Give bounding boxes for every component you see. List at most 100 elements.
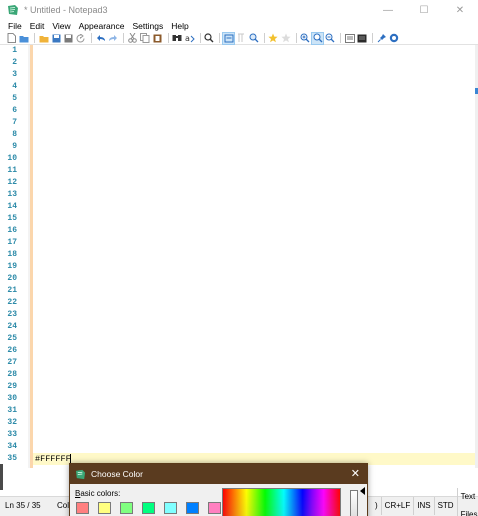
line-number: 33 [7, 430, 17, 439]
change-history-margin [30, 45, 33, 468]
new-file-icon[interactable] [6, 33, 17, 44]
color-swatch[interactable] [142, 502, 155, 514]
word-wrap-icon[interactable] [222, 31, 235, 45]
line-number: 1 [12, 46, 17, 55]
toolbar-separator [372, 33, 373, 43]
toolbar-separator [123, 33, 124, 43]
color-spectrum[interactable] [222, 488, 341, 516]
line-number: 12 [7, 178, 17, 187]
status-position[interactable]: Ln 35 / 35 [5, 497, 41, 515]
color-swatch[interactable] [76, 502, 89, 514]
line-number: 11 [7, 166, 17, 175]
line-number: 25 [7, 334, 17, 343]
dialog-title: Choose Color [91, 469, 143, 479]
line-number: 28 [7, 370, 17, 379]
line-number: 17 [7, 238, 17, 247]
line-number: 4 [12, 82, 17, 91]
save-as-icon[interactable] [63, 33, 74, 44]
line-number: 3 [12, 70, 17, 79]
svg-text:a: a [185, 34, 190, 43]
undo-icon[interactable] [95, 33, 106, 44]
menu-settings[interactable]: Settings [128, 20, 167, 32]
color-swatch[interactable] [98, 502, 111, 514]
copy-icon[interactable] [140, 33, 151, 44]
browse-icon[interactable] [38, 33, 49, 44]
scheme-icon[interactable] [344, 33, 355, 44]
color-swatch[interactable] [208, 502, 221, 514]
close-icon[interactable] [389, 33, 400, 44]
line-number: 18 [7, 250, 17, 259]
minimize-button[interactable]: — [370, 0, 406, 20]
status-insert-mode[interactable]: INS [413, 497, 433, 515]
basic-colors-label-text: asic colors: [80, 489, 121, 498]
luminosity-arrow-icon[interactable] [360, 487, 365, 495]
status-right-cells: ) CR+LF INS STD Text Files [372, 488, 478, 516]
goto-icon[interactable] [204, 33, 215, 44]
line-number: 19 [7, 262, 17, 271]
line-number: 7 [12, 118, 17, 127]
dialog-close-button[interactable]: ✕ [351, 467, 360, 481]
status-line-ending[interactable]: CR+LF [380, 497, 414, 515]
save-icon[interactable] [51, 33, 62, 44]
menu-appearance[interactable]: Appearance [75, 20, 129, 32]
menu-edit[interactable]: Edit [26, 20, 49, 32]
zoom-reset-icon[interactable] [311, 31, 324, 45]
line-number: 20 [7, 274, 17, 283]
menu-bar: File Edit View Appearance Settings Help [0, 20, 478, 32]
redo-icon[interactable] [108, 33, 119, 44]
find-icon[interactable] [172, 33, 183, 44]
current-line-text[interactable]: #FFFFFF [35, 453, 71, 465]
toolbar-separator [263, 33, 265, 43]
find-in-files-icon[interactable] [248, 33, 259, 44]
line-number: 2 [12, 58, 17, 67]
line-number: 26 [7, 346, 17, 355]
toolbar-separator [340, 33, 341, 43]
color-swatch[interactable] [120, 502, 133, 514]
line-number: 16 [7, 226, 17, 235]
basic-colors-label: Basic colors: [75, 489, 120, 498]
menu-file[interactable]: File [0, 20, 26, 32]
window-edge-shadow [0, 464, 3, 490]
revert-icon[interactable] [76, 33, 87, 44]
window-title: * Untitled - Notepad3 [24, 5, 108, 15]
favorites-icon[interactable] [268, 33, 279, 44]
luminosity-slider[interactable] [350, 490, 358, 516]
toolbar-separator [199, 33, 201, 43]
status-file-type[interactable]: Text Files [456, 488, 478, 516]
toolbar-separator [295, 33, 297, 43]
line-number: 6 [12, 106, 17, 115]
editor-area[interactable]: 1 2 3 4 5 6 7 8 9 10 11 12 13 14 15 16 1… [0, 45, 476, 468]
close-window-button[interactable]: ✕ [442, 0, 478, 20]
line-number: 31 [7, 406, 17, 415]
zoom-out-icon[interactable] [325, 33, 336, 44]
line-number: 13 [7, 190, 17, 199]
open-icon[interactable] [19, 33, 30, 44]
toolbar-separator [34, 33, 35, 43]
line-number: 34 [7, 442, 17, 451]
color-swatch[interactable] [164, 502, 177, 514]
dialog-title-bar[interactable]: Choose Color ✕ [70, 464, 367, 484]
status-fragment: ) [375, 501, 378, 510]
toolbar-separator [219, 33, 220, 43]
line-number: 21 [7, 286, 17, 295]
add-favorite-icon[interactable] [280, 33, 291, 44]
menu-view[interactable]: View [48, 20, 74, 32]
line-number: 14 [7, 202, 17, 211]
replace-icon[interactable]: a [184, 33, 195, 44]
customize-icon[interactable] [357, 33, 368, 44]
color-swatch[interactable] [186, 502, 199, 514]
pin-icon[interactable] [376, 33, 387, 44]
status-mode[interactable]: STD [433, 497, 457, 515]
dialog-body: Basic colors: [70, 484, 367, 516]
paste-icon[interactable] [152, 33, 163, 44]
line-number: 23 [7, 310, 17, 319]
line-number: 8 [12, 130, 17, 139]
notepad3-app-icon [7, 4, 19, 16]
cut-icon[interactable] [127, 33, 138, 44]
status-column[interactable]: Col [57, 497, 69, 515]
title-bar: * Untitled - Notepad3 — ☐ ✕ [0, 0, 478, 20]
maximize-button[interactable]: ☐ [406, 0, 442, 20]
zoom-in-icon[interactable] [300, 33, 311, 44]
show-whitespace-icon[interactable] [236, 33, 247, 44]
menu-help[interactable]: Help [167, 20, 192, 32]
